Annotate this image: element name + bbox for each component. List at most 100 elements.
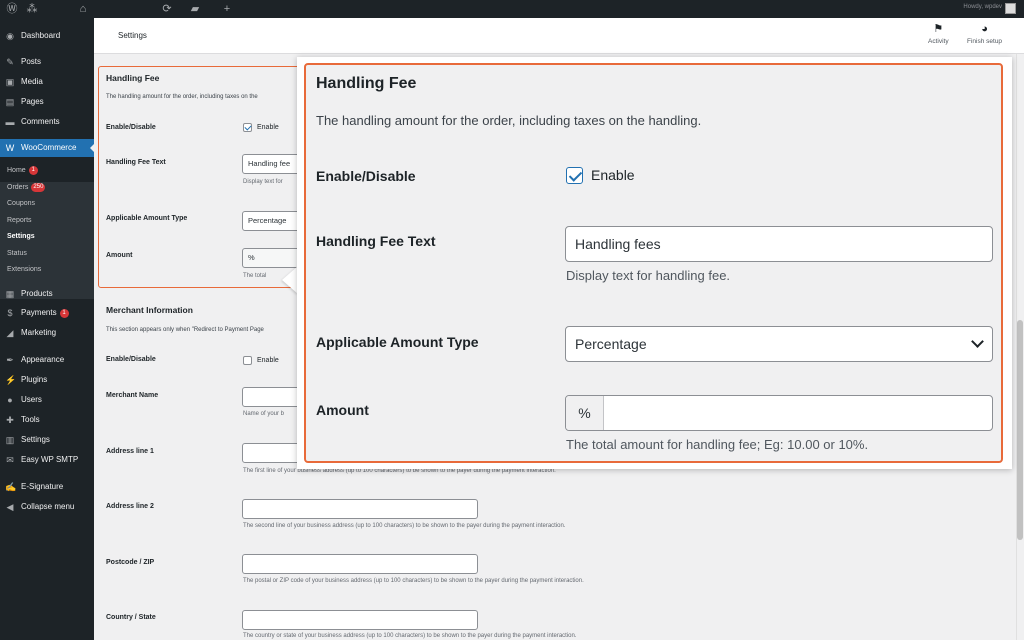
fee-text-input[interactable]: Handling fee (242, 154, 302, 174)
new-icon[interactable]: + (220, 2, 234, 16)
sidebar-item-label: WooCommerce (21, 143, 77, 152)
sidebar-item-label: Posts (21, 57, 42, 66)
sidebar-item-label: Appearance (21, 355, 65, 364)
sidebar-item-label: Pages (21, 97, 44, 106)
finish-setup-button[interactable]: ◕ Finish setup (967, 23, 1002, 45)
sidebar-item-products[interactable]: ▦ Products (0, 285, 94, 303)
merchant-enable-text: Enable (257, 357, 279, 364)
sidebar-item-easy-wp-smtp[interactable]: ✉ Easy WP SMTP (0, 451, 94, 469)
zoom-callout: Handling Fee The handling amount for the… (297, 57, 1012, 469)
submenu-item-coupons[interactable]: Coupons (0, 196, 94, 212)
handling-fee-title: Handling Fee (106, 73, 160, 83)
count-badge: 1 (59, 309, 69, 318)
zoom-enable-checkbox[interactable] (566, 167, 583, 184)
sidebar-item-settings[interactable]: ▥ Settings (0, 431, 94, 449)
sidebar-item-media[interactable]: ▣ Media (0, 73, 94, 91)
updates-icon[interactable]: ⟳ (160, 2, 174, 16)
flag-icon: ⚑ (933, 23, 944, 35)
smtp-icon: ✉ (6, 455, 14, 465)
sidebar-item-comments[interactable]: ▬ Comments (0, 113, 94, 131)
country-input[interactable] (242, 610, 478, 630)
address2-input[interactable] (242, 499, 478, 519)
zoom-title: Handling Fee (316, 75, 417, 92)
sidebar-item-label: Users (21, 395, 42, 404)
sidebar-item-woocommerce[interactable]: W WooCommerce (0, 139, 94, 157)
zoom-fee-text-input[interactable]: Handling fees (565, 226, 993, 262)
submenu-item-status[interactable]: Status (0, 246, 94, 262)
merchant-enable-checkbox[interactable] (243, 356, 252, 365)
avatar[interactable] (1005, 3, 1016, 14)
dashboard-icon: ◉ (6, 31, 14, 41)
progress-circle-icon: ◕ (981, 23, 988, 35)
zoom-amount-type-label: Applicable Amount Type (316, 334, 479, 350)
sidebar-item-label: Settings (21, 435, 50, 444)
home-icon[interactable]: ⌂ (76, 2, 90, 16)
appearance-icon: ✒ (6, 355, 14, 365)
sidebar-item-payments[interactable]: $ Payments 1 (0, 304, 94, 322)
merchant-name-hint: Name of your b (243, 411, 285, 417)
sidebar-item-label: E-Signature (21, 482, 64, 491)
sidebar-item-e-signature[interactable]: ✍ E-Signature (0, 478, 94, 496)
activity-button[interactable]: ⚑ Activity (928, 23, 949, 45)
submenu-label: Status (7, 250, 27, 257)
submenu-item-reports[interactable]: Reports (0, 213, 94, 229)
sidebar-item-collapse-menu[interactable]: ◀ Collapse menu (0, 498, 94, 516)
sidebar-item-plugins[interactable]: ⚡ Plugins (0, 371, 94, 389)
sidebar-item-label: Products (21, 289, 53, 298)
sidebar-item-appearance[interactable]: ✒ Appearance (0, 351, 94, 369)
count-badge: 250 (31, 183, 46, 192)
fee-text-hint: Display text for (243, 179, 283, 185)
merchant-name-label: Merchant Name (106, 392, 159, 399)
sidebar-item-posts[interactable]: ✎ Posts (0, 53, 94, 71)
amount-type-select[interactable]: Percentage (242, 211, 302, 231)
zoom-amount-hint: The total amount for handling fee; Eg: 1… (566, 437, 869, 452)
submenu-item-orders[interactable]: Orders 250 (0, 180, 94, 196)
amount-input[interactable]: % (242, 248, 302, 268)
scrollbar-thumb[interactable] (1017, 320, 1023, 540)
address1-input[interactable] (242, 443, 302, 463)
tools-icon: ✚ (6, 415, 14, 425)
howdy-text[interactable]: Howdy, wpdev (963, 4, 1002, 10)
scrollbar[interactable] (1016, 54, 1024, 640)
wordpress-logo-icon[interactable]: Ⓦ (5, 2, 19, 16)
submenu-item-home[interactable]: Home 1 (0, 163, 94, 179)
zoom-fee-text-label: Handling Fee Text (316, 233, 436, 249)
sidebar-item-label: Collapse menu (21, 502, 75, 511)
zoom-amount-type-select[interactable]: Percentage (565, 326, 993, 362)
percent-prefix: % (566, 396, 604, 430)
sidebar-item-users[interactable]: ● Users (0, 391, 94, 409)
sidebar-item-marketing[interactable]: ◢ Marketing (0, 324, 94, 342)
enable-label: Enable/Disable (106, 124, 156, 131)
amount-type-label: Applicable Amount Type (106, 215, 188, 222)
submenu-label: Extensions (7, 266, 42, 273)
sidebar-item-dashboard[interactable]: ◉ Dashboard (0, 27, 94, 45)
admin-bar: Ⓦ ⁂ ⌂ ⟳ ▰ + Howdy, wpdev (0, 0, 1024, 18)
sidebar-item-pages[interactable]: ▤ Pages (0, 93, 94, 111)
chevron-down-icon (971, 335, 984, 348)
payments-icon: $ (7, 308, 13, 318)
sidebar-item-tools[interactable]: ✚ Tools (0, 411, 94, 429)
zoom-amount-input[interactable]: % (565, 395, 993, 431)
sidebar-item-label: Dashboard (21, 31, 61, 40)
page-title: Settings (118, 31, 147, 40)
postcode-input[interactable] (242, 554, 478, 574)
submenu-label: Coupons (7, 200, 36, 207)
my-sites-icon[interactable]: ⁂ (25, 2, 39, 16)
callout-pointer (282, 266, 298, 294)
zoom-fee-text-hint: Display text for handling fee. (566, 268, 731, 283)
users-icon: ● (7, 395, 13, 405)
merchant-name-input[interactable] (242, 387, 302, 407)
comments-icon[interactable]: ▰ (188, 2, 202, 16)
finish-setup-label: Finish setup (967, 38, 1003, 45)
sidebar-item-label: Easy WP SMTP (21, 455, 79, 464)
postcode-label: Postcode / ZIP (106, 559, 155, 566)
marketing-icon: ◢ (6, 328, 14, 338)
zoom-enable-label: Enable/Disable (316, 168, 416, 184)
merchant-info-title: Merchant Information (106, 305, 193, 315)
handling-enable-checkbox[interactable] (243, 123, 252, 132)
media-icon: ▣ (5, 77, 15, 87)
submenu-item-settings[interactable]: Settings (0, 229, 94, 245)
submenu-item-extensions[interactable]: Extensions (0, 262, 94, 278)
plugins-icon: ⚡ (5, 375, 17, 385)
comments-icon: ▬ (5, 117, 15, 127)
